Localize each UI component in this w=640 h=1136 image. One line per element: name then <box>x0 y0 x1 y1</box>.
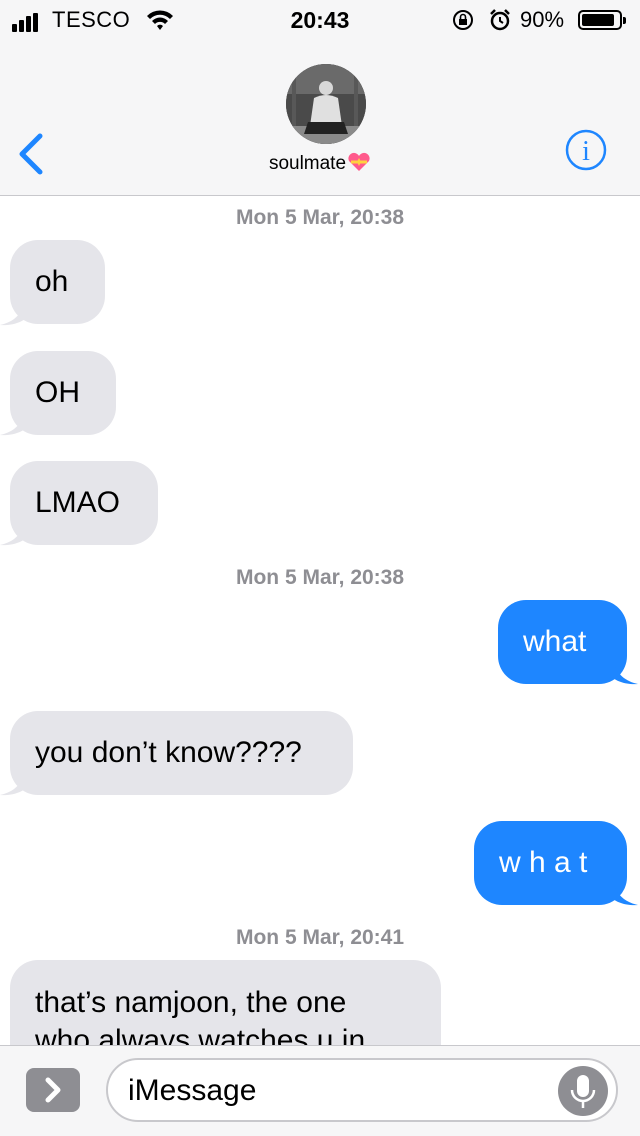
message-text: who always watches u in <box>35 1024 366 1045</box>
message-thread[interactable]: Mon 5 Mar, 20:38 oh OH LMAO Mon 5 Mar, 2… <box>0 196 640 1045</box>
battery-percentage: 90% <box>520 7 565 32</box>
timestamp-divider: Mon 5 Mar, 20:41 <box>235 926 405 949</box>
bubble-tail <box>0 410 26 436</box>
message-text: you don’t know???? <box>35 736 302 769</box>
timestamp-divider: Mon 5 Mar, 20:38 <box>235 206 405 229</box>
battery-icon <box>578 10 626 30</box>
message-text: w h a t <box>499 846 588 879</box>
chevron-right-icon <box>45 1077 61 1103</box>
incoming-message-bubble[interactable]: you don’t know???? <box>10 711 353 795</box>
bubble-tail <box>0 770 26 796</box>
conversation-header: soulmate i <box>0 40 640 196</box>
status-bar: TESCO 20:43 90% <box>0 0 640 40</box>
app-drawer-button[interactable] <box>26 1068 80 1112</box>
dictation-button[interactable] <box>558 1066 608 1116</box>
message-input[interactable] <box>126 1070 550 1112</box>
incoming-message-bubble[interactable]: LMAO <box>10 461 158 545</box>
bubble-tail <box>612 659 638 685</box>
message-text: what <box>523 625 587 658</box>
microphone-icon <box>570 1075 596 1108</box>
contact-avatar[interactable] <box>286 64 366 144</box>
outgoing-message-bubble[interactable]: w h a t <box>474 821 627 905</box>
svg-text:i: i <box>582 136 590 167</box>
bubble-tail <box>0 300 26 326</box>
imessage-field[interactable] <box>106 1058 618 1122</box>
contact-name[interactable]: soulmate <box>0 152 640 175</box>
info-icon[interactable]: i <box>564 128 608 172</box>
message-input-bar <box>0 1045 640 1136</box>
message-text: OH <box>35 376 80 409</box>
bubble-tail <box>0 520 26 546</box>
incoming-message-bubble[interactable]: that’s namjoon, the one who always watch… <box>10 960 441 1045</box>
bubble-tail <box>612 880 638 906</box>
rotation-lock-icon <box>453 10 473 30</box>
message-text: that’s namjoon, the one <box>35 986 347 1019</box>
outgoing-message-bubble[interactable]: what <box>498 600 627 684</box>
message-text: oh <box>35 265 69 298</box>
alarm-icon <box>490 9 510 31</box>
message-text: LMAO <box>35 486 121 519</box>
timestamp-divider: Mon 5 Mar, 20:38 <box>235 566 405 589</box>
heart-emoji-icon <box>348 152 370 171</box>
